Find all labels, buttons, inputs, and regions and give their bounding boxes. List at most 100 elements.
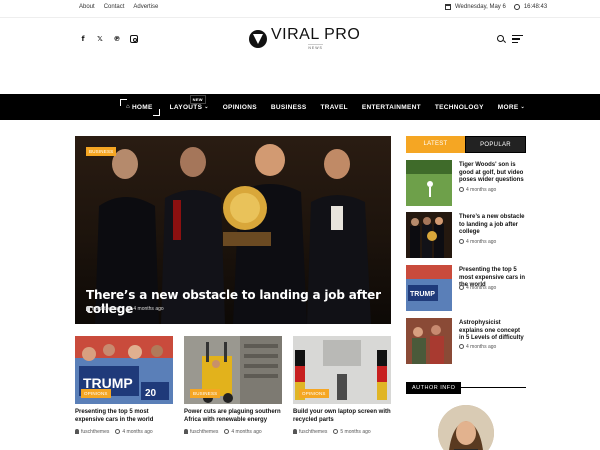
card-image: BUSINESS <box>184 336 282 404</box>
sidebar-post-date: 4 months ago <box>466 285 497 291</box>
facebook-icon[interactable]: f <box>79 35 87 43</box>
sidebar-post-meta: 4 months ago <box>459 239 496 245</box>
hero-article[interactable]: BUSINESS There’s a new obstacle to landi… <box>75 136 391 324</box>
nav-home[interactable]: ⌂ HOME <box>120 98 160 116</box>
site-logo[interactable]: VIRAL PRO NEWS <box>249 27 360 50</box>
sidebar-post-meta: 4 months ago <box>459 344 496 350</box>
sidebar-post-date: 4 months ago <box>466 239 497 245</box>
user-icon <box>86 306 90 311</box>
search-icon[interactable] <box>497 35 504 42</box>
about-link[interactable]: About <box>79 4 95 10</box>
card-image: OPINIONS <box>293 336 391 404</box>
clock-icon <box>459 285 464 290</box>
card-title[interactable]: Build your own laptop screen with recycl… <box>293 409 391 424</box>
clock-icon <box>126 306 132 311</box>
user-icon <box>75 429 79 434</box>
nav-business[interactable]: BUSINESS <box>271 104 307 111</box>
clock-icon <box>333 429 339 434</box>
hero-category-badge[interactable]: BUSINESS <box>86 147 117 156</box>
chevron-down-icon: ⌄ <box>520 104 525 110</box>
card-date: 4 months ago <box>231 429 262 435</box>
sidebar-post-meta: 4 months ago <box>459 187 496 193</box>
author-avatar[interactable] <box>438 405 494 450</box>
pinterest-icon[interactable]: ℗ <box>113 35 121 43</box>
nav-layouts[interactable]: NEW LAYOUTS ⌄ <box>169 94 209 111</box>
nav-home-label: HOME <box>131 103 153 111</box>
new-badge: NEW <box>189 94 206 104</box>
clock-icon <box>115 429 121 434</box>
card-title[interactable]: Power cuts are plaguing southern Africa … <box>184 409 282 424</box>
card-author[interactable]: fuschthemes <box>299 429 327 435</box>
sidebar-post-thumb <box>406 318 452 364</box>
hero-author[interactable]: fuschthemes <box>92 306 120 312</box>
sidebar-post-thumb <box>406 160 452 206</box>
card-meta: fuschthemes 4 months ago <box>75 429 173 435</box>
card-date: 4 months ago <box>122 429 153 435</box>
card-category-badge[interactable]: OPINIONS <box>299 389 329 398</box>
top-links: About Contact Advertise <box>79 4 158 10</box>
contact-link[interactable]: Contact <box>104 4 125 10</box>
hamburger-menu-icon[interactable] <box>512 35 523 43</box>
card-author[interactable]: fuschthemes <box>190 429 218 435</box>
clock-icon <box>224 429 230 434</box>
instagram-icon[interactable] <box>130 35 138 43</box>
sidebar-post-thumb: TRUMP <box>406 265 452 311</box>
top-bar: About Contact Advertise Wednesday, May 6… <box>0 0 600 18</box>
sidebar-post-date: 4 months ago <box>466 187 497 193</box>
chevron-down-icon: ⌄ <box>204 104 209 110</box>
tab-latest[interactable]: LATEST <box>406 136 465 153</box>
sidebar-post[interactable]: Tiger Woods' son is good at golf, but vi… <box>406 160 526 206</box>
current-time: 16:48:43 <box>523 4 548 10</box>
nav-entertainment-label: ENTERTAINMENT <box>361 103 421 111</box>
card-category-badge[interactable]: OPINIONS <box>81 389 111 398</box>
current-date: Wednesday, May 6 <box>455 4 506 10</box>
sidebar-tabs: LATEST POPULAR <box>406 136 526 153</box>
sidebar-post[interactable]: Astrophysicist explains one concept in 5… <box>406 318 526 364</box>
sidebar-post-date: 4 months ago <box>466 344 497 350</box>
nav-opinions-label: OPINIONS <box>222 103 257 111</box>
logo-title: VIRAL PRO <box>271 26 361 43</box>
nav-travel[interactable]: TRAVEL <box>321 104 348 111</box>
tab-popular[interactable]: POPULAR <box>465 136 526 153</box>
nav-more[interactable]: MORE ⌄ <box>498 104 525 111</box>
nav-more-label: MORE <box>497 103 519 111</box>
card-author[interactable]: fuschthemes <box>81 429 109 435</box>
clock-icon <box>459 239 464 244</box>
sidebar-post-thumb <box>406 212 452 258</box>
twitter-icon[interactable]: 𝕏 <box>96 35 104 43</box>
sidebar-post[interactable]: TRUMP Presenting the top 5 most expensiv… <box>406 265 526 311</box>
article-card[interactable]: OPINIONS Build your own laptop screen wi… <box>293 336 391 435</box>
card-meta: fuschthemes 5 months ago <box>293 429 391 435</box>
logo-mark-icon <box>249 29 267 48</box>
card-date: 5 months ago <box>340 429 371 435</box>
logo-subtitle: NEWS <box>308 44 323 50</box>
nav-layouts-label: LAYOUTS <box>169 103 203 111</box>
card-category-badge[interactable]: BUSINESS <box>190 389 221 398</box>
clock-icon <box>459 187 464 192</box>
nav-opinions[interactable]: OPINIONS <box>223 104 257 111</box>
card-title[interactable]: Presenting the top 5 most expensive cars… <box>75 409 173 424</box>
author-info-label: AUTHOR INFO <box>406 382 462 394</box>
nav-technology-label: TECHNOLOGY <box>434 103 484 111</box>
calendar-icon <box>445 4 451 10</box>
sidebar-post[interactable]: There’s a new obstacle to landing a job … <box>406 212 526 258</box>
article-card[interactable]: TRUMP 20 OPINIONS Presenting the top 5 m… <box>75 336 173 435</box>
clock-icon <box>459 344 464 349</box>
hero-date: 4 months ago <box>133 306 164 312</box>
nav-entertainment[interactable]: ENTERTAINMENT <box>362 104 421 111</box>
sidebar-post-title[interactable]: Astrophysicist explains one concept in 5… <box>459 320 526 343</box>
card-image: TRUMP 20 OPINIONS <box>75 336 173 404</box>
clock-icon <box>513 4 520 10</box>
nav-business-label: BUSINESS <box>270 103 307 111</box>
sidebar-post-title[interactable]: Tiger Woods' son is good at golf, but vi… <box>459 162 526 185</box>
user-icon <box>184 429 188 434</box>
nav-technology[interactable]: TECHNOLOGY <box>435 104 484 111</box>
nav-travel-label: TRAVEL <box>320 103 348 111</box>
sidebar-post-meta: 4 months ago <box>459 285 496 291</box>
advertise-link[interactable]: Advertise <box>133 4 158 10</box>
sidebar-post-title[interactable]: There’s a new obstacle to landing a job … <box>459 214 526 237</box>
article-card[interactable]: BUSINESS Power cuts are plaguing souther… <box>184 336 282 435</box>
card-meta: fuschthemes 4 months ago <box>184 429 282 435</box>
svg-text:TRUMP: TRUMP <box>410 291 435 298</box>
date-time: Wednesday, May 6 16:48:43 <box>445 4 547 10</box>
